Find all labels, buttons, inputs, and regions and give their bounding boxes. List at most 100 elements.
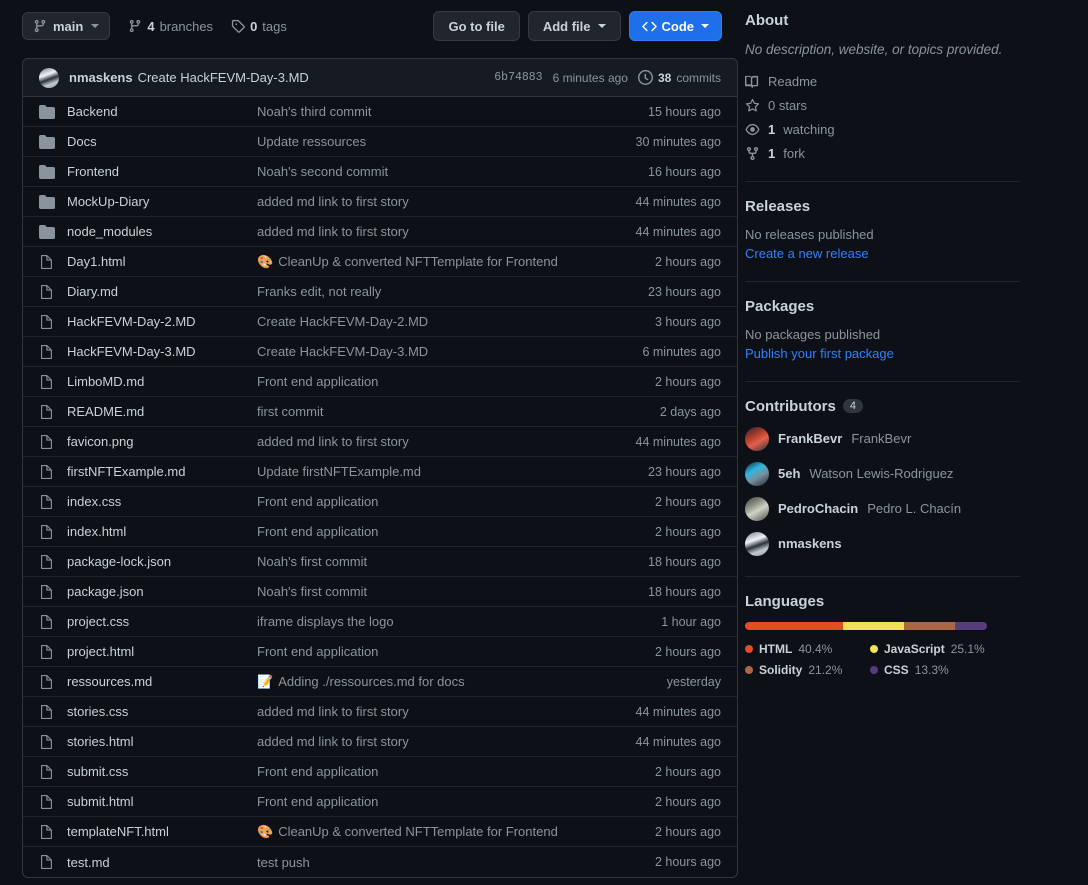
table-row[interactable]: package.json Noah's first commit 18 hours …: [23, 577, 737, 607]
contributor-login[interactable]: 5eh: [778, 466, 800, 481]
file-name[interactable]: package-lock.json: [67, 554, 257, 569]
table-row[interactable]: index.html Front end application 2 hours a…: [23, 517, 737, 547]
branch-selector[interactable]: main: [22, 12, 111, 40]
commit-message[interactable]: added md link to first story: [257, 194, 636, 209]
forks-link[interactable]: 1 fork: [745, 146, 1020, 161]
stars-link[interactable]: 0 stars: [745, 98, 1020, 113]
table-row[interactable]: LimboMD.md Front end application 2 hours a…: [23, 367, 737, 397]
commit-message[interactable]: 🎨 CleanUp & converted NFTTemplate for Fro…: [257, 824, 655, 839]
list-item[interactable]: PedroChacin Pedro L. Chacín: [745, 496, 1020, 521]
directory-name[interactable]: Backend: [67, 104, 257, 119]
table-row[interactable]: index.css Front end application 2 hours ag…: [23, 487, 737, 517]
commits-count[interactable]: 38 commits: [637, 70, 721, 85]
file-name[interactable]: HackFEVM-Day-3.MD: [67, 344, 257, 359]
table-row[interactable]: project.css iframe displays the logo 1 hou…: [23, 607, 737, 637]
file-name[interactable]: firstNFTExample.md: [67, 464, 257, 479]
commit-message[interactable]: Noah's first commit: [257, 554, 648, 569]
table-row[interactable]: package-lock.json Noah's first commit 18 h…: [23, 547, 737, 577]
table-row[interactable]: README.md first commit 2 days ago: [23, 397, 737, 427]
commit-message[interactable]: Front end application: [257, 644, 655, 659]
file-name[interactable]: templateNFT.html: [67, 824, 257, 839]
table-row[interactable]: project.html Front end application 2 hours…: [23, 637, 737, 667]
branches-count[interactable]: 4 branches: [128, 19, 213, 34]
commit-message[interactable]: Front end application: [257, 524, 655, 539]
file-name[interactable]: test.md: [67, 855, 257, 870]
list-item[interactable]: 5eh Watson Lewis-Rodriguez: [745, 461, 1020, 486]
directory-name[interactable]: Frontend: [67, 164, 257, 179]
code-button[interactable]: Code: [628, 11, 722, 41]
table-row[interactable]: templateNFT.html 🎨 CleanUp & converted NFT…: [23, 817, 737, 847]
commit-message[interactable]: first commit: [257, 404, 660, 419]
commit-message[interactable]: Front end application: [257, 794, 655, 809]
commit-message[interactable]: Front end application: [257, 374, 655, 389]
readme-link[interactable]: Readme: [745, 74, 1020, 89]
commit-message[interactable]: Noah's third commit: [257, 104, 648, 119]
directory-name[interactable]: node_modules: [67, 224, 257, 239]
commit-message[interactable]: added md link to first story: [257, 734, 636, 749]
watching-link[interactable]: 1 watching: [745, 122, 1020, 137]
table-row[interactable]: Docs Update ressources 30 minutes ago: [23, 127, 737, 157]
file-name[interactable]: stories.css: [67, 704, 257, 719]
table-row[interactable]: node_modules added md link to first story…: [23, 217, 737, 247]
commit-message[interactable]: Noah's first commit: [257, 584, 648, 599]
file-name[interactable]: Day1.html: [67, 254, 257, 269]
go-to-file-button[interactable]: Go to file: [433, 11, 520, 41]
list-item[interactable]: nmaskens: [745, 531, 1020, 556]
file-name[interactable]: HackFEVM-Day-2.MD: [67, 314, 257, 329]
commit-message[interactable]: iframe displays the logo: [257, 614, 661, 629]
commit-author[interactable]: nmaskens: [69, 70, 133, 85]
commit-message[interactable]: Create HackFEVM-Day-3.MD: [138, 70, 309, 85]
table-row[interactable]: Diary.md Franks edit, not really 23 hours …: [23, 277, 737, 307]
table-row[interactable]: HackFEVM-Day-2.MD Create HackFEVM-Day-2.M…: [23, 307, 737, 337]
file-name[interactable]: project.css: [67, 614, 257, 629]
commit-message[interactable]: Front end application: [257, 764, 655, 779]
commit-message[interactable]: Create HackFEVM-Day-2.MD: [257, 314, 655, 329]
table-row[interactable]: Backend Noah's third commit 15 hours ago: [23, 97, 737, 127]
table-row[interactable]: MockUp-Diary added md link to first story…: [23, 187, 737, 217]
list-item[interactable]: FrankBevr FrankBevr: [745, 426, 1020, 451]
commit-message[interactable]: Franks edit, not really: [257, 284, 648, 299]
file-name[interactable]: submit.html: [67, 794, 257, 809]
file-name[interactable]: index.css: [67, 494, 257, 509]
file-name[interactable]: package.json: [67, 584, 257, 599]
commit-message[interactable]: added md link to first story: [257, 434, 636, 449]
commit-message[interactable]: Update firstNFTExample.md: [257, 464, 648, 479]
add-file-button[interactable]: Add file: [527, 11, 621, 41]
commit-message[interactable]: 📝 Adding ./ressources.md for docs: [257, 674, 667, 689]
commit-sha[interactable]: 6b74883: [494, 71, 542, 84]
contributor-login[interactable]: FrankBevr: [778, 431, 842, 446]
commit-message[interactable]: Update ressources: [257, 134, 636, 149]
tags-count[interactable]: 0 tags: [231, 19, 287, 34]
language-legend-item[interactable]: JavaScript 25.1%: [870, 642, 995, 656]
file-name[interactable]: README.md: [67, 404, 257, 419]
table-row[interactable]: stories.css added md link to first story 4…: [23, 697, 737, 727]
file-name[interactable]: index.html: [67, 524, 257, 539]
contributor-login[interactable]: nmaskens: [778, 536, 842, 551]
table-row[interactable]: test.md test push 2 hours ago: [23, 847, 737, 877]
file-name[interactable]: stories.html: [67, 734, 257, 749]
language-legend-item[interactable]: CSS 13.3%: [870, 663, 995, 677]
publish-package-link[interactable]: Publish your first package: [745, 346, 894, 361]
table-row[interactable]: Frontend Noah's second commit 16 hours ago: [23, 157, 737, 187]
table-row[interactable]: submit.css Front end application 2 hours a…: [23, 757, 737, 787]
commit-message[interactable]: 🎨 CleanUp & converted NFTTemplate for Fro…: [257, 254, 655, 269]
commit-message[interactable]: Front end application: [257, 494, 655, 509]
table-row[interactable]: Day1.html 🎨 CleanUp & converted NFTTemplat…: [23, 247, 737, 277]
commit-message[interactable]: Create HackFEVM-Day-3.MD: [257, 344, 642, 359]
table-row[interactable]: favicon.png added md link to first story 4…: [23, 427, 737, 457]
directory-name[interactable]: Docs: [67, 134, 257, 149]
table-row[interactable]: stories.html added md link to first story…: [23, 727, 737, 757]
file-name[interactable]: submit.css: [67, 764, 257, 779]
commit-message[interactable]: added md link to first story: [257, 704, 636, 719]
commit-message[interactable]: Noah's second commit: [257, 164, 648, 179]
file-name[interactable]: project.html: [67, 644, 257, 659]
file-name[interactable]: favicon.png: [67, 434, 257, 449]
commit-message[interactable]: added md link to first story: [257, 224, 636, 239]
language-legend-item[interactable]: Solidity 21.2%: [745, 663, 870, 677]
language-legend-item[interactable]: HTML 40.4%: [745, 642, 870, 656]
file-name[interactable]: ressources.md: [67, 674, 257, 689]
directory-name[interactable]: MockUp-Diary: [67, 194, 257, 209]
file-name[interactable]: LimboMD.md: [67, 374, 257, 389]
table-row[interactable]: firstNFTExample.md Update firstNFTExample…: [23, 457, 737, 487]
table-row[interactable]: ressources.md 📝 Adding ./ressources.md for…: [23, 667, 737, 697]
